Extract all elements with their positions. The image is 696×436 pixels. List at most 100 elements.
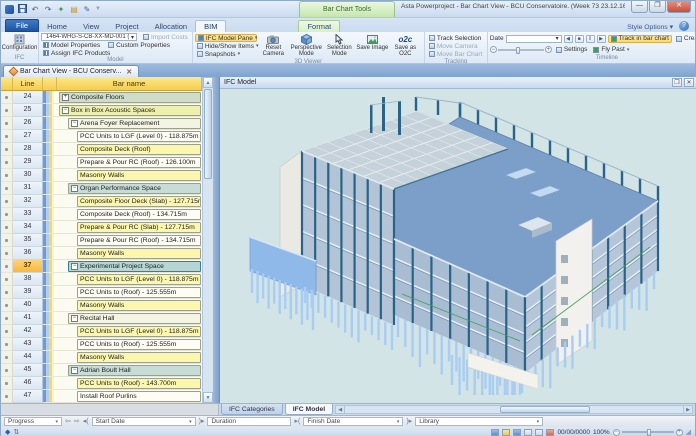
row-name-cell[interactable]: Prepare & Pour RC (Roof) - 126.100m xyxy=(57,156,202,169)
row-line-number[interactable]: 31 xyxy=(13,182,43,195)
style-options[interactable]: Style Options ▾ xyxy=(627,23,673,31)
collapse-icon[interactable]: − xyxy=(71,263,78,270)
close-panel-icon[interactable]: ✕ xyxy=(684,78,694,87)
tab-ifc-model[interactable]: IFC Model xyxy=(285,404,333,415)
row-line-number[interactable]: 29 xyxy=(13,156,43,169)
table-row[interactable]: 32Composite Floor Deck (Slab) - 127.715m xyxy=(1,195,202,208)
minimize-button[interactable]: — xyxy=(631,1,648,13)
save-icon[interactable] xyxy=(17,4,27,15)
close-tab-icon[interactable]: ✕ xyxy=(126,68,132,76)
row-line-number[interactable]: 36 xyxy=(13,247,43,260)
view-mode-3-icon[interactable] xyxy=(513,429,521,436)
table-row[interactable]: 26−Arena Foyer Replacement xyxy=(1,117,202,130)
row-name-cell[interactable]: PCC Units to (Roof) - 143.700m xyxy=(57,377,202,390)
row-name-cell[interactable]: Masonry Walls xyxy=(57,299,202,312)
reschedule-icon[interactable]: ✦ xyxy=(56,5,66,14)
table-row[interactable]: 40Masonry Walls xyxy=(1,299,202,312)
track-selection-button[interactable]: Track Selection xyxy=(427,34,485,42)
resize-grip[interactable]: ◢ xyxy=(686,428,691,436)
edit-icon[interactable]: ✎ xyxy=(82,5,92,14)
snapshots-button[interactable]: Snapshots▾ xyxy=(195,50,257,58)
row-name-cell[interactable]: +Composite Floors xyxy=(57,91,202,104)
custom-properties-button[interactable]: Custom Properties xyxy=(106,41,172,49)
perspective-mode-button[interactable]: Perspective Mode xyxy=(290,33,323,59)
table-row[interactable]: 42PCC Units to LGF (Level 0) - 118.875m xyxy=(1,325,202,338)
tab-allocation[interactable]: Allocation xyxy=(147,21,196,32)
date-dropdown[interactable]: ▾ xyxy=(506,35,562,43)
row-line-number[interactable]: 39 xyxy=(13,286,43,299)
table-row[interactable]: 35 Prepare & Pour RC (Roof) - 134.715m xyxy=(1,234,202,247)
row-line-number[interactable]: 47 xyxy=(13,390,43,403)
import-costs-button[interactable]: Import Costs xyxy=(141,33,190,41)
row-line-number[interactable]: 27 xyxy=(13,130,43,143)
tab-format[interactable]: Format xyxy=(298,20,340,32)
hscrollbar-thumb[interactable] xyxy=(500,406,590,413)
row-line-number[interactable]: 33 xyxy=(13,208,43,221)
scroll-up-icon[interactable]: ▲ xyxy=(203,77,213,88)
scroll-right-icon[interactable]: ▶ xyxy=(683,406,692,413)
view-mode-4-icon[interactable] xyxy=(524,429,532,436)
row-name-cell[interactable]: Prepare & Pour RC (Roof) - 134.715m xyxy=(57,234,202,247)
row-name-cell[interactable]: PCC Units to LGF (Level 0) - 118.875m xyxy=(57,325,202,338)
view-mode-1-icon[interactable] xyxy=(491,429,499,436)
redo-icon[interactable]: ↷ xyxy=(43,5,53,14)
row-line-number[interactable]: 41 xyxy=(13,312,43,325)
next-arrow-icon[interactable]: ⇨ xyxy=(74,417,80,426)
tab-ifc-categories[interactable]: IFC Categories xyxy=(221,404,283,415)
table-row[interactable]: 33Composite Deck (Roof) - 134.715m xyxy=(1,208,202,221)
assign-ifc-products-button[interactable]: Assign IFC Products xyxy=(41,49,112,57)
row-height-icon[interactable]: ⇅ xyxy=(13,428,19,436)
save-as-o2c-button[interactable]: o2c Save as O2C xyxy=(389,33,422,59)
tab-project[interactable]: Project xyxy=(107,21,146,32)
collapse-icon[interactable]: − xyxy=(71,315,78,322)
view-mode-5-icon[interactable] xyxy=(535,429,543,436)
close-button[interactable]: ✕ xyxy=(667,1,691,13)
table-row[interactable]: 47 Install Roof Purlins xyxy=(1,390,202,403)
collapse-icon[interactable]: − xyxy=(71,367,78,374)
row-name-cell[interactable]: PCC Units to (Roof) - 125.555m xyxy=(57,286,202,299)
expand-icon[interactable]: + xyxy=(62,94,69,101)
prev-arrow-icon[interactable]: ⇦ xyxy=(65,417,71,426)
row-line-number[interactable]: 25 xyxy=(13,104,43,117)
finish-date-field[interactable]: Finish Date▾ xyxy=(303,417,403,426)
collapse-icon[interactable]: − xyxy=(71,185,78,192)
settings-button[interactable]: Settings xyxy=(554,46,590,54)
table-row[interactable]: 44Masonry Walls xyxy=(1,351,202,364)
row-line-number[interactable]: 24 xyxy=(13,91,43,104)
table-row[interactable]: 37−Experimental Project Space xyxy=(1,260,202,273)
table-row[interactable]: 46 PCC Units to (Roof) - 143.700m xyxy=(1,377,202,390)
bar-name-column-header[interactable]: Bar name xyxy=(57,77,202,90)
library-field[interactable]: Library▾ xyxy=(415,417,543,426)
app-icon[interactable] xyxy=(5,5,14,14)
table-row[interactable]: 43PCC Units to (Roof) - 125.555m xyxy=(1,338,202,351)
row-line-number[interactable]: 46 xyxy=(13,377,43,390)
duration-field[interactable]: Duration xyxy=(207,417,291,426)
model-properties-button[interactable]: Model Properties xyxy=(41,41,102,49)
qat-dropdown-icon[interactable]: ▼ xyxy=(95,6,101,12)
scrollbar-thumb[interactable] xyxy=(204,89,212,179)
table-row[interactable]: 29 Prepare & Pour RC (Roof) - 126.100m xyxy=(1,156,202,169)
row-name-cell[interactable]: Masonry Walls xyxy=(57,169,202,182)
table-row[interactable]: 45−Adrian Boult Hall xyxy=(1,364,202,377)
row-name-cell[interactable]: −Organ Performance Space xyxy=(57,182,202,195)
goto-icon[interactable]: ◆ xyxy=(5,428,10,436)
row-name-cell[interactable]: −Box in Box Acoustic Spaces xyxy=(57,104,202,117)
row-name-cell[interactable]: −Recital Hall xyxy=(57,312,202,325)
maximize-button[interactable]: ❐ xyxy=(649,1,666,13)
row-line-number[interactable]: 35 xyxy=(13,234,43,247)
row-line-number[interactable]: 44 xyxy=(13,351,43,364)
table-row[interactable]: 30Masonry Walls xyxy=(1,169,202,182)
progress-field[interactable]: Progress▾ xyxy=(4,417,62,426)
help-icon[interactable]: ? xyxy=(679,21,689,31)
table-row[interactable]: 38PCC Units to LGF (Level 0) - 118.875m xyxy=(1,273,202,286)
table-row[interactable]: 28Composite Deck (Roof) xyxy=(1,143,202,156)
timeline-slider[interactable]: − + xyxy=(490,46,552,53)
row-name-cell[interactable]: PCC Units to (Roof) - 125.555m xyxy=(57,338,202,351)
ifc-3d-viewport[interactable] xyxy=(220,89,696,403)
row-name-cell[interactable]: −Adrian Boult Hall xyxy=(57,364,202,377)
row-name-cell[interactable]: Install Roof Purlins xyxy=(57,390,202,403)
row-line-number[interactable]: 26 xyxy=(13,117,43,130)
play-button[interactable]: ▶ xyxy=(597,35,606,43)
step-back-button[interactable]: ◀ xyxy=(564,35,573,43)
row-name-cell[interactable]: Composite Floor Deck (Slab) - 127.715m xyxy=(57,195,202,208)
